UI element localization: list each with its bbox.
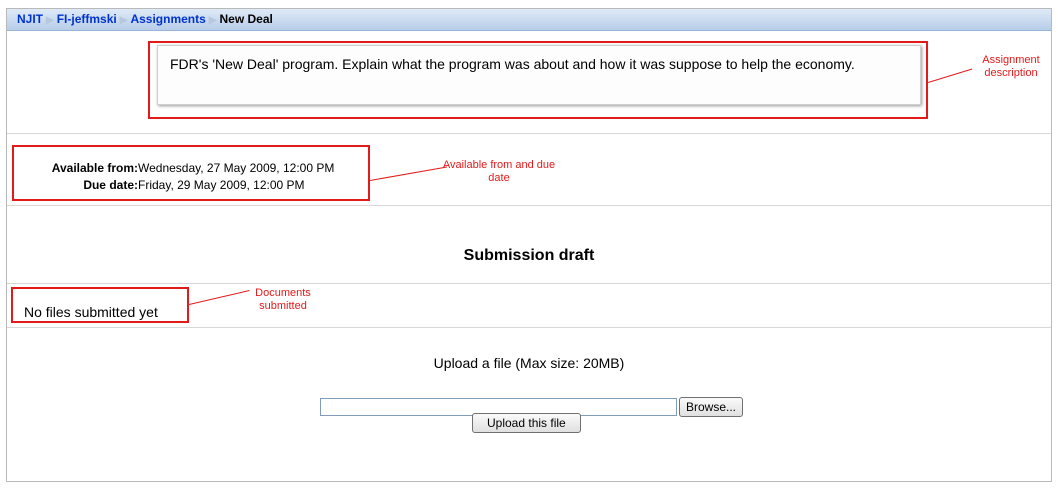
highlight-description (148, 41, 928, 119)
divider (7, 205, 1051, 206)
breadcrumb-separator-icon: ▶ (208, 15, 217, 26)
divider (7, 327, 1051, 328)
callout-assignment-description: Assignment description (982, 54, 1040, 79)
breadcrumb-course[interactable]: FI-jeffmski (57, 12, 117, 26)
callout-available-due: Available from and due date (442, 159, 556, 184)
highlight-no-files (11, 287, 189, 323)
divider (7, 283, 1051, 284)
breadcrumb-separator-icon: ▶ (46, 15, 54, 26)
breadcrumb: NJIT ▶ FI-jeffmski ▶ Assignments ▶ New Deal (7, 9, 1051, 31)
browse-button[interactable]: Browse... (679, 397, 744, 417)
breadcrumb-assignments[interactable]: Assignments (130, 12, 205, 26)
highlight-dates (12, 145, 370, 201)
upload-file-button[interactable]: Upload this file (472, 413, 581, 433)
breadcrumb-njit[interactable]: NJIT (17, 12, 43, 26)
breadcrumb-current: New Deal (219, 12, 273, 26)
breadcrumb-separator-icon: ▶ (119, 15, 128, 26)
callout-documents-submitted: Documents submitted (255, 287, 311, 312)
submission-draft-heading: Submission draft (463, 247, 595, 264)
divider (7, 133, 1051, 134)
upload-label: Upload a file (Max size: 20MB) (433, 355, 625, 371)
